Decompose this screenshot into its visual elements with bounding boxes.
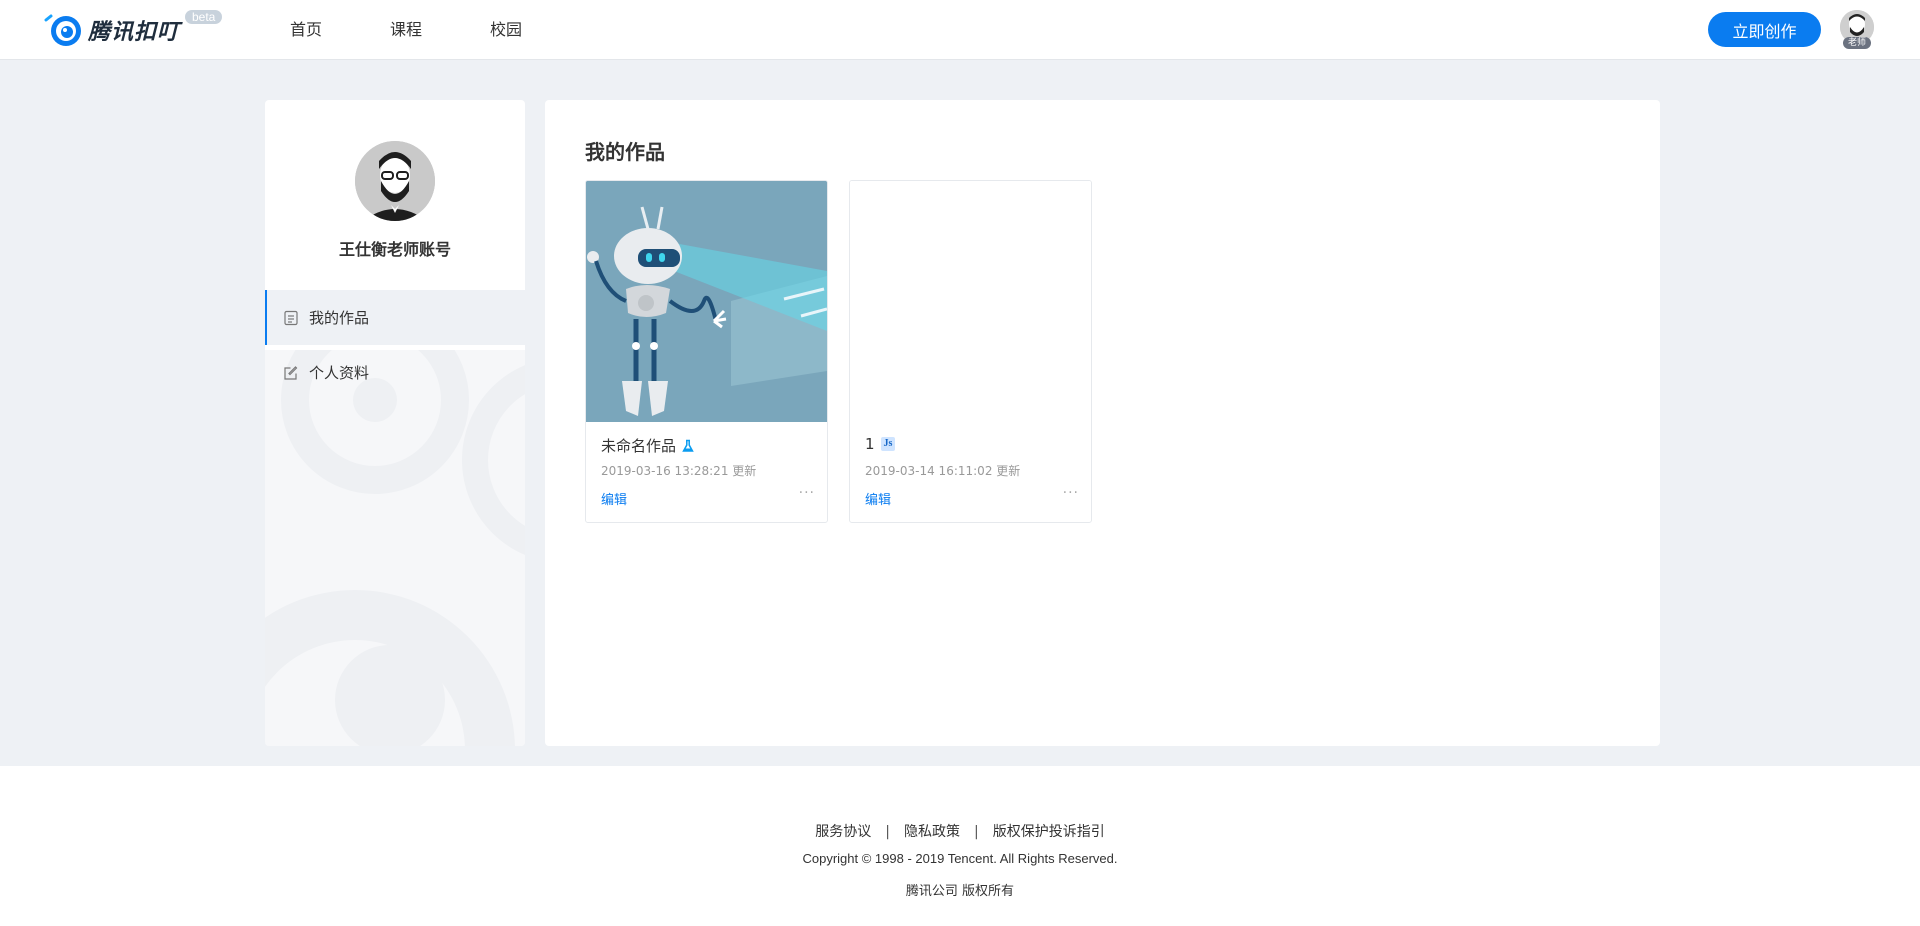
brand-name: 腾讯扣叮 (88, 20, 181, 45)
work-updated-time: 2019-03-14 16:11:02 更新 (865, 464, 1021, 478)
logo-eye-icon (44, 14, 81, 46)
create-now-button[interactable]: 立即创作 (1708, 12, 1821, 47)
brand-logo[interactable]: 腾讯扣叮 (42, 11, 180, 49)
flask-icon (682, 439, 694, 452)
js-badge-icon: Js (880, 437, 896, 451)
edit-icon (284, 365, 298, 380)
nav-campus[interactable]: 校园 (490, 0, 522, 60)
decorative-circles (265, 306, 525, 746)
work-updated-time: 2019-03-16 13:28:21 更新 (601, 464, 757, 478)
footer-link-terms[interactable]: 服务协议 (815, 824, 871, 840)
sidebar-item-label: 我的作品 (309, 309, 370, 327)
main-nav: 首页 课程 校园 (290, 0, 590, 60)
work-thumbnail[interactable] (586, 181, 827, 422)
footer-link-copyright-complaint[interactable]: 版权保护投诉指引 (993, 824, 1105, 840)
beta-badge: beta (185, 10, 223, 24)
profile-avatar[interactable] (355, 141, 435, 221)
work-card[interactable]: 1 Js 2019-03-14 16:11:02 更新 编辑 ··· (849, 180, 1092, 523)
footer-separator: | (974, 824, 979, 840)
document-icon (284, 310, 298, 325)
robot-illustration (586, 181, 827, 422)
work-title: 未命名作品 (601, 435, 695, 456)
more-options-icon[interactable]: ··· (1063, 485, 1079, 501)
page-footer: 服务协议 | 隐私政策 | 版权保护投诉指引 Copyright © 1998 - 20… (0, 766, 1920, 926)
work-title-text: 1 (865, 435, 875, 453)
my-works-panel: 我的作品 未命名作品 2019-03-16 13:28:21 更新 编辑 ···… (545, 100, 1660, 746)
company-text: 腾讯公司 版权所有 (905, 884, 1015, 899)
work-thumbnail[interactable] (850, 181, 1091, 422)
sidebar-decoration (265, 306, 525, 746)
teacher-portrait-icon (355, 141, 435, 221)
work-card[interactable]: 未命名作品 2019-03-16 13:28:21 更新 编辑 ··· (585, 180, 828, 523)
profile-sidebar: 王仕衡老师账号 我的作品 个人资料 (265, 100, 525, 746)
nav-courses[interactable]: 课程 (390, 0, 422, 60)
sidebar-item-profile[interactable]: 个人资料 (265, 345, 525, 400)
sidebar-item-label: 个人资料 (309, 364, 370, 382)
profile-username: 王仕衡老师账号 (338, 240, 451, 259)
page-title: 我的作品 (585, 140, 665, 164)
footer-link-privacy[interactable]: 隐私政策 (904, 824, 960, 840)
work-title-text: 未命名作品 (601, 437, 677, 455)
work-title: 1 Js (865, 435, 896, 453)
top-header: 腾讯扣叮 beta 首页 课程 校园 立即创作 老师 (0, 0, 1920, 60)
footer-links: 服务协议 | 隐私政策 | 版权保护投诉指引 (0, 821, 1920, 841)
teacher-badge: 老师 (1843, 37, 1871, 49)
sidebar-menu: 我的作品 个人资料 (265, 290, 525, 400)
footer-separator: | (885, 824, 890, 840)
more-options-icon[interactable]: ··· (799, 485, 815, 501)
nav-home[interactable]: 首页 (290, 0, 322, 60)
edit-work-link[interactable]: 编辑 (601, 489, 627, 508)
sidebar-item-my-works[interactable]: 我的作品 (265, 290, 525, 345)
edit-work-link[interactable]: 编辑 (865, 489, 891, 508)
copyright-text: Copyright © 1998 - 2019 Tencent. All Rig… (802, 851, 1118, 866)
